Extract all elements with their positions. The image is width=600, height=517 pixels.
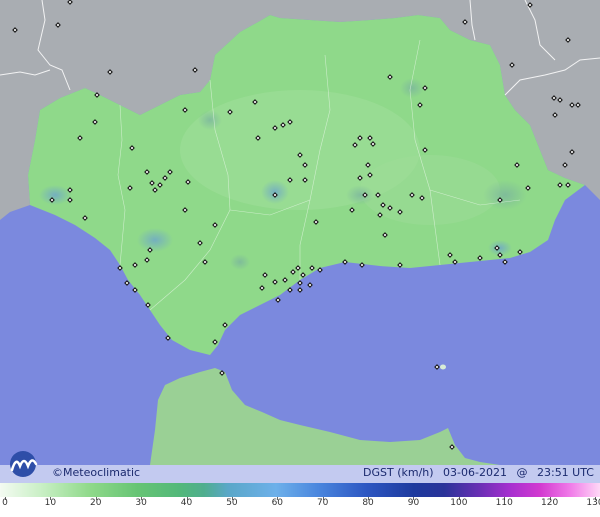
legend-tick-label: 120 bbox=[541, 498, 559, 508]
legend-tick-label: 130 bbox=[586, 498, 600, 508]
gust-spot bbox=[230, 254, 250, 270]
gust-spot bbox=[346, 185, 374, 205]
legend-tick-label: 0 bbox=[2, 498, 8, 508]
legend-tick-label: 10 bbox=[44, 498, 57, 508]
legend-tick-label: 90 bbox=[407, 498, 420, 508]
legend-tick-label: 30 bbox=[135, 498, 147, 508]
map-caption: DGST (km/h) 03-06-2021 @ 23:51 UTC bbox=[357, 466, 594, 479]
legend-tick-label: 80 bbox=[362, 498, 374, 508]
legend-tick-label: 100 bbox=[450, 498, 468, 508]
copyright-label: ©Meteoclimatic bbox=[52, 466, 141, 479]
legend-tick-label: 70 bbox=[316, 498, 329, 508]
legend-tick-label: 40 bbox=[180, 498, 193, 508]
legend-color-ramp bbox=[0, 483, 600, 497]
map-stage: ©Meteoclimatic DGST (km/h) 03-06-2021 @ … bbox=[0, 0, 600, 517]
legend-tick-label: 50 bbox=[226, 498, 238, 508]
alboran-island bbox=[440, 364, 446, 370]
gust-spot bbox=[198, 110, 222, 130]
wind-gust-map bbox=[0, 0, 600, 517]
legend-tick-label: 110 bbox=[495, 498, 513, 508]
variable-label: DGST (km/h) bbox=[363, 466, 434, 479]
at-label: @ bbox=[516, 466, 528, 479]
gust-spot bbox=[39, 185, 71, 205]
gust-spot bbox=[261, 180, 289, 204]
gust-spot bbox=[483, 180, 527, 210]
color-legend: 0 10 20 30 40 50 60 70 80 90 100 110 120 130 bbox=[0, 483, 600, 517]
date-label: 03-06-2021 bbox=[443, 466, 507, 479]
gust-spot bbox=[137, 228, 173, 252]
time-label: 23:51 UTC bbox=[536, 466, 594, 479]
meteoclimatic-logo-icon bbox=[6, 448, 50, 478]
legend-tick-label: 20 bbox=[90, 498, 102, 508]
legend-tick-label: 60 bbox=[271, 498, 284, 508]
